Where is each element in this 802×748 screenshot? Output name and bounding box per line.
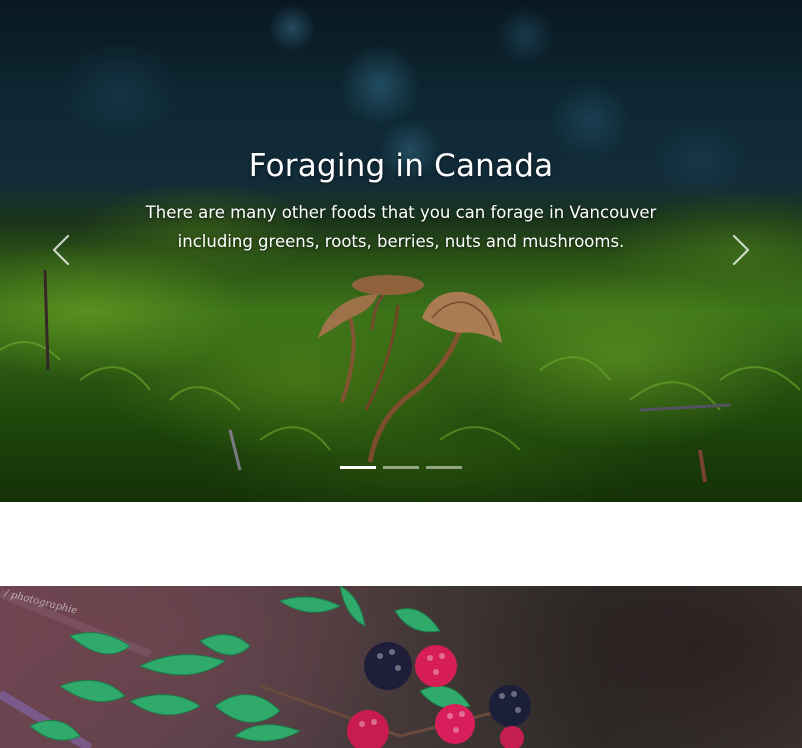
chevron-right-icon: [732, 234, 750, 266]
berries-illustration: [0, 586, 531, 748]
carousel-prev-button[interactable]: [40, 222, 80, 278]
carousel-title: Foraging in Canada: [248, 148, 554, 184]
carousel-description: There are many other foods that you can …: [145, 203, 657, 251]
carousel-indicator-3[interactable]: [426, 466, 462, 469]
carousel-caption: Foraging in Canada There are many other …: [0, 148, 802, 256]
carousel-indicator-1[interactable]: [340, 466, 376, 469]
hero-carousel: Foraging in Canada There are many other …: [0, 0, 802, 502]
carousel-next-button[interactable]: [722, 222, 762, 278]
carousel-indicators: [340, 466, 462, 469]
berries-photo: / photographie: [0, 586, 802, 748]
chevron-left-icon: [52, 234, 70, 266]
carousel-indicator-2[interactable]: [383, 466, 419, 469]
